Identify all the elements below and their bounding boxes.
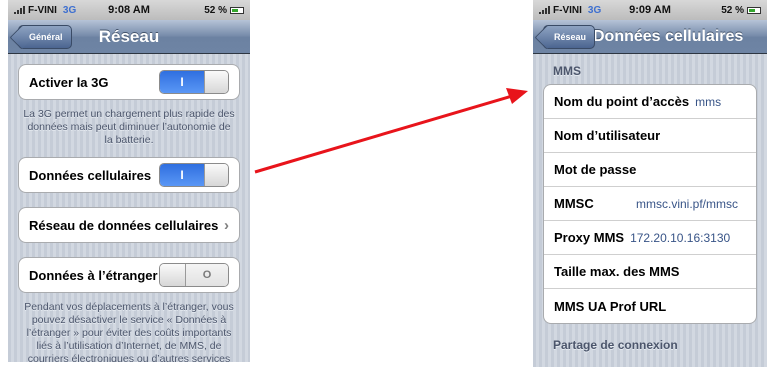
field-value: 172.20.10.16:3130 — [630, 230, 731, 245]
toggle-on-indicator: I — [160, 164, 204, 186]
cell-label: MMS UA Prof URL — [554, 298, 667, 314]
phone-screen-donnees-cellulaires: F-VINI 3G 9:09 AM 52 % Réseau Données ce… — [533, 0, 767, 367]
field-value: mms — [695, 94, 722, 109]
cell-label: Mot de passe — [554, 162, 637, 177]
group-donnees-cellulaires: Données cellulaires I — [18, 157, 240, 193]
cell-label: Nom d’utilisateur — [554, 128, 661, 143]
note-etranger: Pendant vos déplacements à l’étranger, v… — [24, 301, 234, 362]
back-button-general[interactable]: Général — [18, 24, 72, 49]
field-password[interactable]: Mot de passe — [544, 153, 756, 187]
page-title: Données cellulaires — [593, 27, 744, 45]
carrier-name: F-VINI — [28, 4, 57, 16]
cell-donnees-etranger: Données à l’étranger O — [19, 258, 239, 292]
battery: 52 % — [204, 5, 244, 16]
cell-label: Activer la 3G — [29, 74, 109, 90]
signal-icon — [539, 6, 550, 14]
signal-icon — [14, 6, 25, 14]
battery-icon — [747, 6, 761, 14]
field-value: mmsc.vini.pf/mmsc — [636, 196, 738, 211]
field-mms-ua-prof-url[interactable]: MMS UA Prof URL — [544, 289, 756, 323]
carrier-name: F-VINI — [553, 4, 582, 16]
group-donnees-etranger: Données à l’étranger O — [18, 257, 240, 293]
carrier: F-VINI 3G — [539, 5, 601, 16]
cell-reseau-donnees-cellulaires[interactable]: Réseau de données cellulaires › — [19, 208, 239, 242]
battery-percent: 52 % — [721, 4, 744, 16]
carrier: F-VINI 3G — [14, 5, 76, 16]
group-3g: Activer la 3G I — [18, 64, 240, 100]
toggle-knob — [204, 71, 228, 93]
cell-activer-3g: Activer la 3G I — [19, 65, 239, 99]
navigation-bar: Général Réseau — [8, 20, 250, 54]
phone-screen-reseau: F-VINI 3G 9:08 AM 52 % Général Réseau Ac… — [8, 0, 250, 362]
arrow-shaft — [254, 94, 513, 174]
section-header-mms: MMS — [553, 64, 581, 78]
battery-icon — [230, 6, 244, 14]
battery: 52 % — [721, 5, 761, 16]
field-mmsc[interactable]: MMSC mmsc.vini.pf/mmsc — [544, 187, 756, 221]
note-3g: La 3G permet un chargement plus rapide d… — [23, 108, 235, 146]
cell-label: Proxy MMS — [554, 230, 625, 245]
toggle-donnees-cellulaires[interactable]: I — [159, 163, 229, 187]
group-reseau-donnees: Réseau de données cellulaires › — [18, 207, 240, 243]
cell-label: Nom du point d’accès — [554, 94, 690, 109]
arrow-head-icon — [506, 88, 528, 104]
field-mms-max-size[interactable]: Taille max. des MMS — [544, 255, 756, 289]
toggle-off-indicator: O — [186, 264, 228, 286]
cell-label: Données cellulaires — [29, 167, 152, 183]
network-type: 3G — [62, 4, 77, 16]
cell-label: MMSC — [554, 196, 594, 211]
toggle-knob — [204, 164, 228, 186]
cell-label: Réseau de données cellulaires — [29, 217, 219, 233]
group-mms-settings: Nom du point d’accès mms Nom d’utilisate… — [543, 84, 757, 324]
field-proxy-mms[interactable]: Proxy MMS 172.20.10.16:3130 — [544, 221, 756, 255]
cell-donnees-cellulaires: Données cellulaires I — [19, 158, 239, 192]
toggle-3g[interactable]: I — [159, 70, 229, 94]
navigation-bar: Réseau Données cellulaires — [533, 20, 767, 54]
network-type: 3G — [587, 4, 602, 16]
cell-label: Données à l’étranger — [29, 267, 158, 283]
section-header-partage: Partage de connexion — [553, 338, 678, 352]
status-bar: F-VINI 3G 9:08 AM 52 % — [8, 0, 250, 20]
toggle-on-indicator: I — [160, 71, 204, 93]
cell-label: Taille max. des MMS — [554, 264, 680, 279]
field-username[interactable]: Nom d’utilisateur — [544, 119, 756, 153]
status-bar: F-VINI 3G 9:09 AM 52 % — [533, 0, 767, 20]
back-button-reseau[interactable]: Réseau — [543, 24, 596, 49]
battery-percent: 52 % — [204, 4, 227, 16]
toggle-donnees-etranger[interactable]: O — [159, 263, 229, 287]
toggle-knob — [160, 264, 186, 286]
field-apn[interactable]: Nom du point d’accès mms — [544, 85, 756, 119]
chevron-right-icon: › — [224, 216, 229, 234]
